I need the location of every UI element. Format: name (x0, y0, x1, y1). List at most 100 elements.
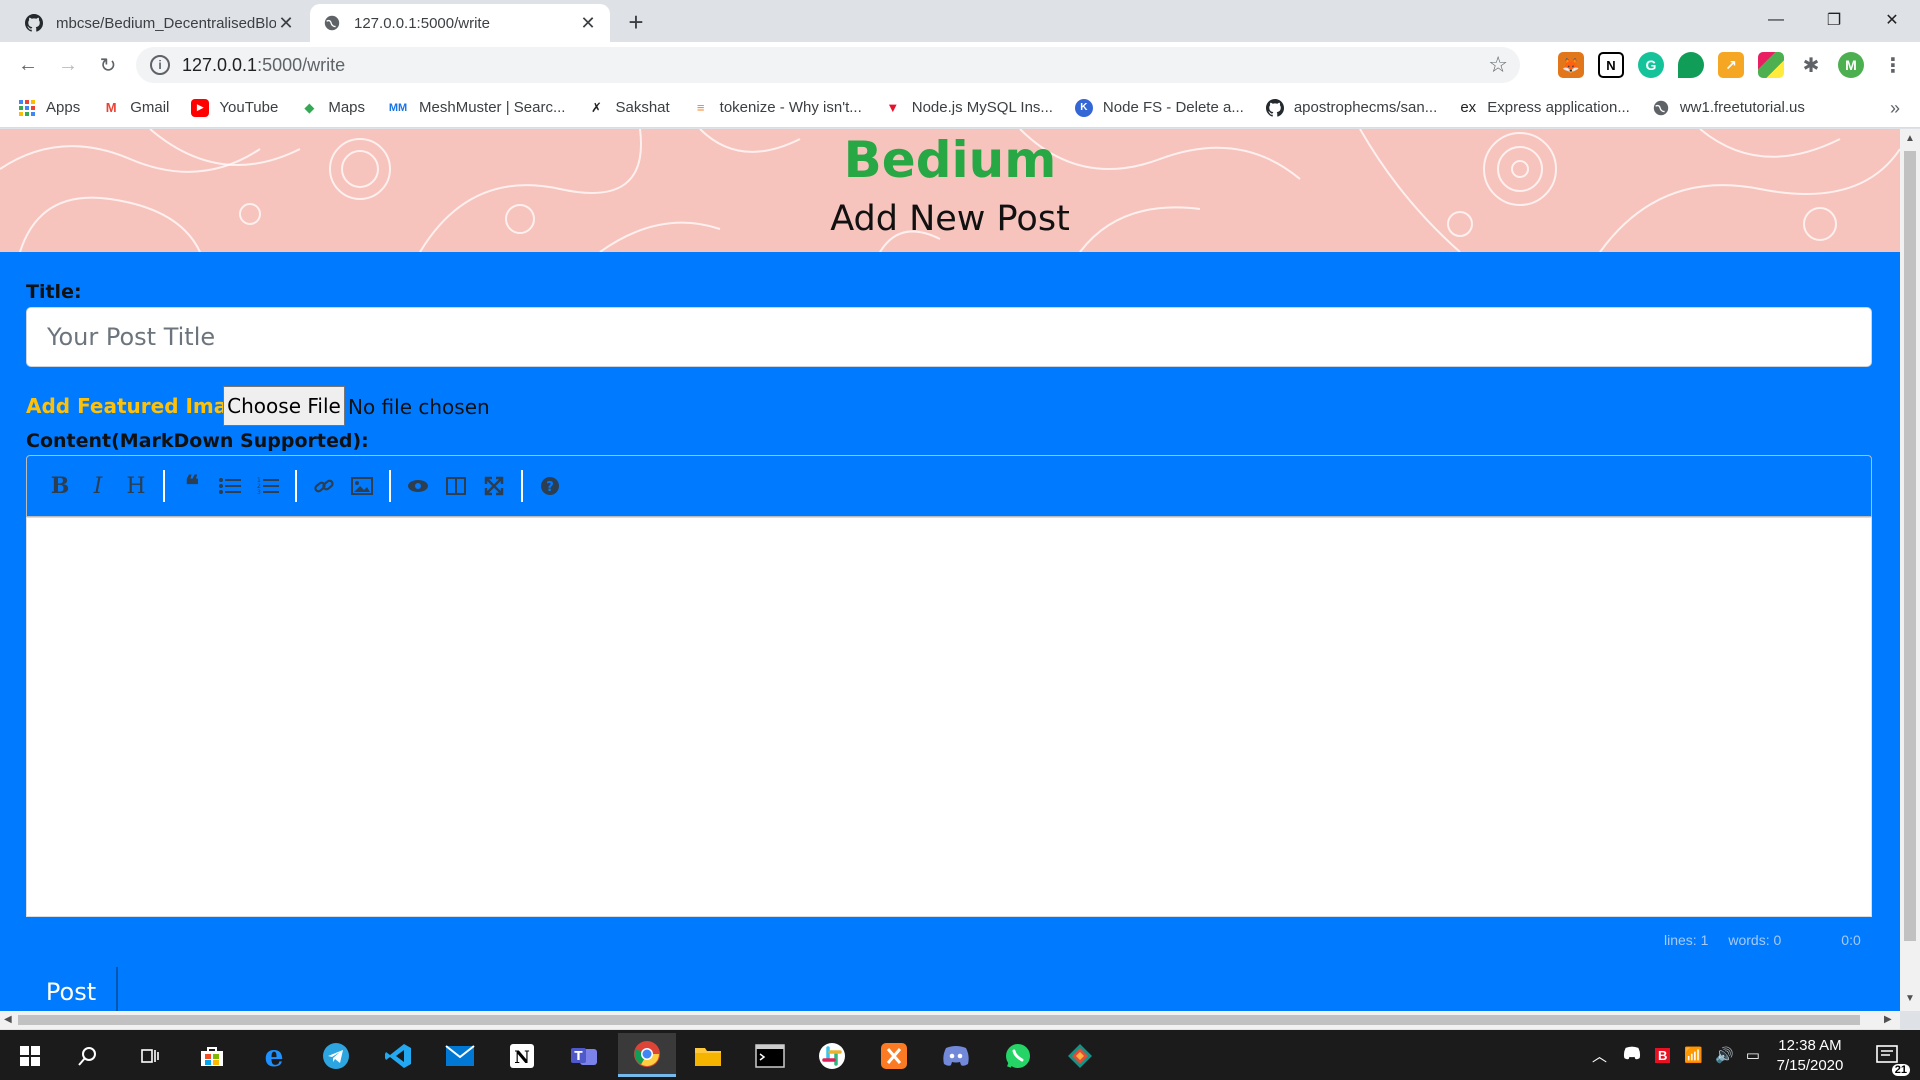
file-status-text: No file chosen (348, 395, 490, 419)
battery-icon[interactable]: ▭ (1746, 1046, 1760, 1064)
words-count: words: 0 (1728, 932, 1782, 948)
bookmark-gmail[interactable]: M Gmail (102, 99, 170, 117)
tab-title: 127.0.0.1:5000/write (354, 14, 490, 32)
wifi-icon[interactable]: 📶 (1684, 1046, 1703, 1064)
vertical-scrollbar[interactable]: ▲ ▼ (1900, 129, 1920, 1011)
site-info-icon[interactable]: i (150, 55, 170, 75)
close-window-icon[interactable]: ✕ (1864, 0, 1920, 40)
help-icon[interactable]: ? (531, 469, 569, 503)
task-view-icon[interactable] (130, 1036, 170, 1076)
bookmark-express[interactable]: ex Express application... (1459, 99, 1630, 117)
edge-browser-icon[interactable]: e (254, 1036, 294, 1076)
telegram-icon[interactable] (316, 1036, 356, 1076)
grammarly-icon[interactable]: G (1638, 52, 1664, 78)
svg-text:T: T (574, 1049, 583, 1063)
post-title-input[interactable] (26, 307, 1872, 367)
close-icon[interactable]: ✕ (276, 13, 296, 33)
metamask-icon[interactable]: 🦊 (1558, 52, 1584, 78)
bookmark-label: Express application... (1487, 99, 1630, 116)
chat-extension-icon[interactable] (1678, 52, 1704, 78)
browser-tab-write[interactable]: 127.0.0.1:5000/write ✕ (310, 4, 610, 42)
image-icon[interactable] (343, 469, 381, 503)
scroll-left-icon[interactable]: ◀ (4, 1014, 12, 1025)
gmail-icon: M (105, 100, 117, 115)
bookmark-apps[interactable]: Apps (18, 99, 80, 117)
whatsapp-icon[interactable] (998, 1036, 1038, 1076)
microsoft-store-icon[interactable] (192, 1036, 232, 1076)
teams-icon[interactable]: T (564, 1036, 604, 1076)
svg-text:3: 3 (257, 489, 261, 495)
featured-image-label[interactable]: Add Featured Image (26, 394, 255, 418)
profile-avatar[interactable]: M (1838, 52, 1864, 78)
new-tab-button[interactable]: + (622, 7, 650, 37)
bookmark-freetutorial[interactable]: ww1.freetutorial.us (1652, 99, 1805, 117)
minimize-icon[interactable]: — (1748, 0, 1804, 40)
bookmark-label: ww1.freetutorial.us (1679, 99, 1805, 116)
heading-icon[interactable]: H (117, 469, 155, 503)
bookmark-star-icon[interactable]: ☆ (1488, 52, 1508, 78)
reload-icon[interactable]: ↻ (94, 51, 122, 79)
tray-app-icon[interactable]: B (1655, 1047, 1671, 1063)
clock-time: 12:38 AM (1778, 1037, 1842, 1054)
file-explorer-icon[interactable] (688, 1036, 728, 1076)
ordered-list-icon[interactable]: 123 (249, 469, 287, 503)
scroll-up-icon[interactable]: ▲ (1905, 133, 1915, 144)
terminal-icon[interactable] (750, 1036, 790, 1076)
toolbar-divider (295, 470, 297, 502)
scrollbar-thumb[interactable] (1904, 151, 1916, 941)
side-by-side-icon[interactable] (437, 469, 475, 503)
address-bar[interactable]: i 127.0.0.1:5000/write ☆ (136, 47, 1520, 83)
italic-icon[interactable]: I (79, 469, 117, 503)
taskbar-clock[interactable]: 12:38 AM 7/15/2020 (1760, 1036, 1860, 1076)
extensions-puzzle-icon[interactable]: ✱ (1798, 52, 1824, 78)
horizontal-scrollbar[interactable]: ◀ ▶ (0, 1011, 1900, 1029)
mail-icon[interactable] (440, 1036, 480, 1076)
fullscreen-icon[interactable] (475, 469, 513, 503)
notification-center-icon[interactable]: 21 (1866, 1036, 1910, 1076)
preview-eye-icon[interactable] (399, 469, 437, 503)
restore-icon[interactable]: ❐ (1806, 0, 1862, 40)
post-button[interactable]: Post (26, 967, 118, 1011)
node-fs-icon: K (1074, 98, 1093, 117)
menu-dots-icon[interactable]: ⋮ (1880, 52, 1906, 78)
gitkraken-icon[interactable] (1060, 1036, 1100, 1076)
color-extension-icon[interactable] (1758, 52, 1784, 78)
scroll-right-icon[interactable]: ▶ (1884, 1014, 1892, 1025)
bookmark-node-fs[interactable]: K Node FS - Delete a... (1074, 98, 1244, 117)
volume-icon[interactable]: 🔊 (1715, 1046, 1734, 1064)
bookmark-sakshat[interactable]: ✗ Sakshat (587, 99, 670, 117)
bookmark-label: apostrophecms/san... (1293, 99, 1438, 116)
notion-icon[interactable]: N (1598, 52, 1624, 78)
markdown-editor-textarea[interactable] (26, 517, 1872, 917)
close-icon[interactable]: ✕ (578, 13, 598, 33)
choose-file-button[interactable]: Choose File (223, 386, 345, 426)
bookmark-maps[interactable]: ◆ Maps (300, 99, 365, 117)
slack-icon[interactable] (812, 1036, 852, 1076)
quote-icon[interactable]: ❝ (173, 469, 211, 503)
unordered-list-icon[interactable] (211, 469, 249, 503)
bookmarks-overflow-icon[interactable]: » (1890, 98, 1900, 119)
back-icon[interactable]: ← (14, 51, 42, 79)
vscode-icon[interactable] (378, 1036, 418, 1076)
bookmark-nodejs-mysql[interactable]: ▼ Node.js MySQL Ins... (884, 99, 1053, 117)
forward-icon[interactable]: → (54, 51, 82, 79)
notion-app-icon[interactable]: N (502, 1036, 542, 1076)
chrome-taskbar-icon[interactable] (618, 1033, 676, 1077)
discord-icon[interactable] (936, 1036, 976, 1076)
scroll-down-icon[interactable]: ▼ (1905, 993, 1915, 1004)
link-icon[interactable] (305, 469, 343, 503)
bookmark-meshmuster[interactable]: MM MeshMuster | Searc... (387, 99, 566, 117)
toolbar-divider (389, 470, 391, 502)
bookmark-apostrophecms[interactable]: apostrophecms/san... (1265, 98, 1438, 117)
windows-start-icon[interactable] (10, 1036, 50, 1076)
search-icon[interactable] (68, 1036, 108, 1076)
bookmark-youtube[interactable]: ▶ YouTube (191, 98, 278, 117)
xampp-icon[interactable] (874, 1036, 914, 1076)
tray-discord-icon[interactable] (1623, 1046, 1641, 1064)
analytics-extension-icon[interactable]: ↗ (1718, 52, 1744, 78)
bold-icon[interactable]: B (41, 469, 79, 503)
browser-tab-github[interactable]: mbcse/Bedium_DecentralisedBlo ✕ (12, 4, 308, 42)
bookmark-tokenize[interactable]: ≡ tokenize - Why isn't... (692, 99, 862, 117)
scrollbar-thumb[interactable] (18, 1015, 1860, 1025)
tray-chevron-up-icon[interactable]: ︿ (1592, 1045, 1607, 1066)
